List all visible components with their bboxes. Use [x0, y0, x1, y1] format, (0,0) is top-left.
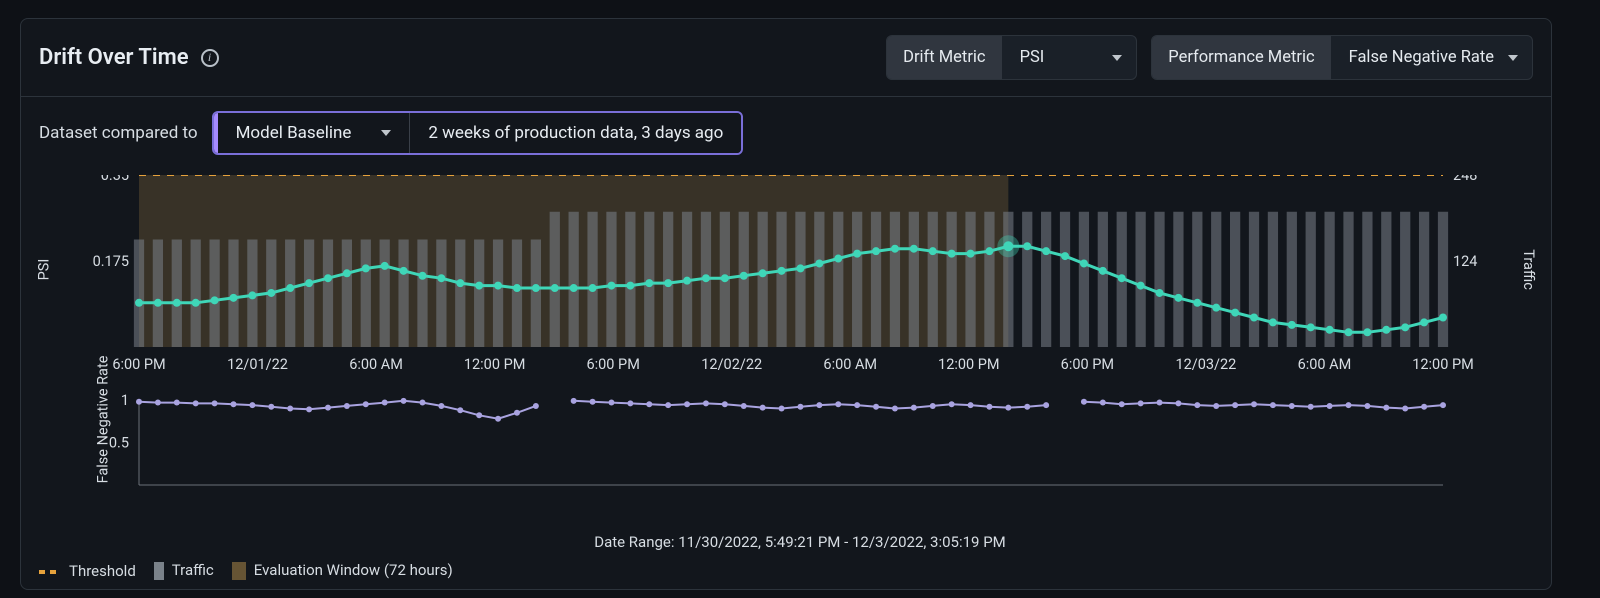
- perf-metric-value: False Negative Rate: [1349, 48, 1494, 67]
- svg-text:12/02/22: 12/02/22: [701, 356, 762, 373]
- perf-metric-label: Performance Metric: [1152, 36, 1330, 79]
- chevron-down-icon: [1112, 55, 1122, 61]
- chart-legend: Threshold Traffic Evaluation Window (72 …: [21, 551, 1551, 586]
- legend-eval-window: Evaluation Window (72 hours): [232, 561, 453, 580]
- chevron-down-icon: [1508, 55, 1518, 61]
- legend-traffic: Traffic: [154, 561, 214, 580]
- drift-metric-selector: Drift Metric PSI: [886, 35, 1137, 80]
- traffic-axis-label: Traffic: [1520, 249, 1537, 290]
- svg-text:12/03/22: 12/03/22: [1175, 356, 1236, 373]
- baseline-pill-group: Model Baseline 2 weeks of production dat…: [212, 111, 744, 155]
- svg-text:6:00 PM: 6:00 PM: [1061, 356, 1114, 373]
- svg-text:1: 1: [121, 392, 129, 409]
- svg-text:6:00 AM: 6:00 AM: [1298, 356, 1352, 373]
- drift-metric-dropdown[interactable]: PSI: [1002, 36, 1137, 79]
- svg-text:248: 248: [1453, 175, 1477, 184]
- panel-header: Drift Over Time i Drift Metric PSI Perfo…: [21, 19, 1551, 97]
- threshold-swatch-icon: [39, 570, 61, 574]
- drift-chart-svg: 0.35 0.175 248 124 6:00 PM 12/01/22 6:00 AM 12:…: [91, 175, 1491, 525]
- svg-text:6:00 AM: 6:00 AM: [349, 356, 403, 373]
- svg-text:12:00 PM: 12:00 PM: [938, 356, 1000, 373]
- drift-metric-label: Drift Metric: [887, 36, 1001, 79]
- baseline-dropdown[interactable]: Model Baseline: [214, 113, 411, 153]
- page-title: Drift Over Time: [39, 45, 189, 70]
- compared-to-label: Dataset compared to: [39, 123, 198, 143]
- svg-text:0.35: 0.35: [101, 175, 129, 184]
- legend-threshold: Threshold: [39, 562, 136, 580]
- svg-text:0.175: 0.175: [93, 253, 129, 270]
- comparison-subheader: Dataset compared to Model Baseline 2 wee…: [21, 97, 1551, 161]
- svg-text:12/01/22: 12/01/22: [227, 356, 288, 373]
- svg-text:6:00 PM: 6:00 PM: [112, 356, 165, 373]
- svg-text:12:00 PM: 12:00 PM: [1412, 356, 1474, 373]
- svg-text:124: 124: [1453, 253, 1477, 270]
- perf-metric-dropdown[interactable]: False Negative Rate: [1331, 36, 1532, 79]
- fnr-axis-label: False Negative Rate: [94, 356, 111, 484]
- svg-text:6:00 AM: 6:00 AM: [823, 356, 877, 373]
- traffic-swatch-icon: [154, 562, 164, 580]
- svg-text:0.5: 0.5: [109, 435, 129, 452]
- chevron-down-icon: [381, 130, 391, 136]
- baseline-meta[interactable]: 2 weeks of production data, 3 days ago: [410, 113, 741, 153]
- baseline-label: Model Baseline: [236, 123, 352, 143]
- drift-metric-value: PSI: [1020, 48, 1045, 67]
- svg-text:6:00 PM: 6:00 PM: [586, 356, 639, 373]
- psi-axis-label: PSI: [35, 259, 52, 281]
- svg-text:12:00 PM: 12:00 PM: [464, 356, 526, 373]
- header-controls: Drift Metric PSI Performance Metric Fals…: [886, 35, 1533, 80]
- perf-metric-selector: Performance Metric False Negative Rate: [1151, 35, 1533, 80]
- drift-panel: Drift Over Time i Drift Metric PSI Perfo…: [20, 18, 1552, 590]
- chart-area: PSI Traffic False Negative Rate 0.350.17…: [91, 175, 1509, 551]
- date-range-caption: Date Range: 11/30/2022, 5:49:21 PM - 12/…: [91, 533, 1509, 551]
- eval-window-swatch-icon: [232, 562, 246, 580]
- info-icon[interactable]: i: [201, 49, 219, 67]
